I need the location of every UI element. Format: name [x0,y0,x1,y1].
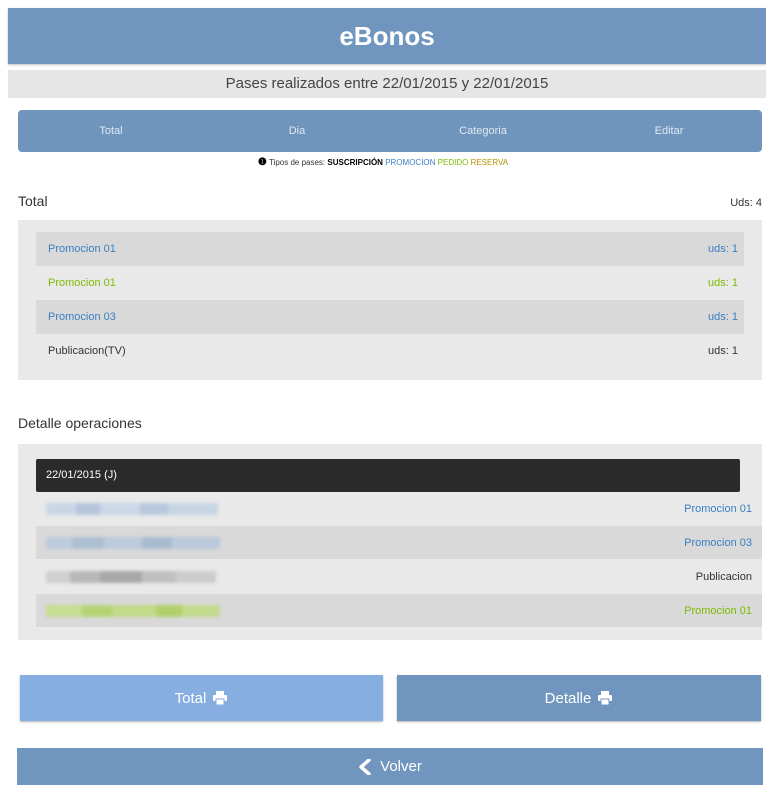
list-item[interactable]: Promocion 03 uds: 1 [36,300,744,334]
operation-row[interactable]: Publicacion [36,560,762,593]
view-tabs: Total Dia Categoria Editar [18,110,762,152]
print-detail-button[interactable]: Detalle [397,675,761,721]
back-button[interactable]: Volver [17,748,763,785]
operation-row[interactable]: Promocion 03 [36,526,762,559]
detail-section-title: Detalle operaciones [18,415,142,431]
list-item[interactable]: Promocion 01 uds: 1 [36,232,744,266]
legend-type-reserva: RESERVA [470,158,509,167]
date-header: 22/01/2015 (J) [36,459,740,492]
print-detail-label: Detalle [544,689,592,707]
operation-row[interactable]: Promocion 01 [36,492,762,525]
tab-categoria[interactable]: Categoria [390,110,576,152]
app-title: eBonos [339,21,435,51]
tab-dia[interactable]: Dia [204,110,390,152]
pass-types-legend: ❶ Tipos de pases: SUSCRIPCIÓN PROMOCION … [0,157,766,169]
tab-editar[interactable]: Editar [576,110,762,152]
list-item[interactable]: Promocion 01 uds: 1 [36,266,744,300]
legend-label: Tipos de pases: [268,158,326,167]
info-icon: ❶ [257,157,267,168]
legend-type-promocion: PROMOCION [385,158,436,167]
operation-row[interactable]: Promocion 01 [36,594,762,627]
app-header: eBonos [8,8,766,64]
printer-icon [212,691,228,705]
legend-type-pedido: PEDIDO [437,158,469,167]
total-count: Uds: 4 [730,197,762,209]
redacted-text [46,536,220,549]
back-label: Volver [380,758,422,775]
chevron-left-icon [358,758,372,775]
total-section-title: Total [18,193,48,209]
date-range-banner: Pases realizados entre 22/01/2015 y 22/0… [8,70,766,98]
list-item[interactable]: Publicacion(TV) uds: 1 [36,334,744,368]
printer-icon [597,691,613,705]
print-total-button[interactable]: Total [20,675,383,721]
print-total-label: Total [174,689,207,707]
legend-type-suscripcion: SUSCRIPCIÓN [327,158,383,167]
redacted-text [46,604,220,617]
redacted-text [46,502,218,515]
date-range-text: Pases realizados entre 22/01/2015 y 22/0… [225,75,549,92]
tab-total[interactable]: Total [18,110,204,152]
redacted-text [46,570,216,583]
